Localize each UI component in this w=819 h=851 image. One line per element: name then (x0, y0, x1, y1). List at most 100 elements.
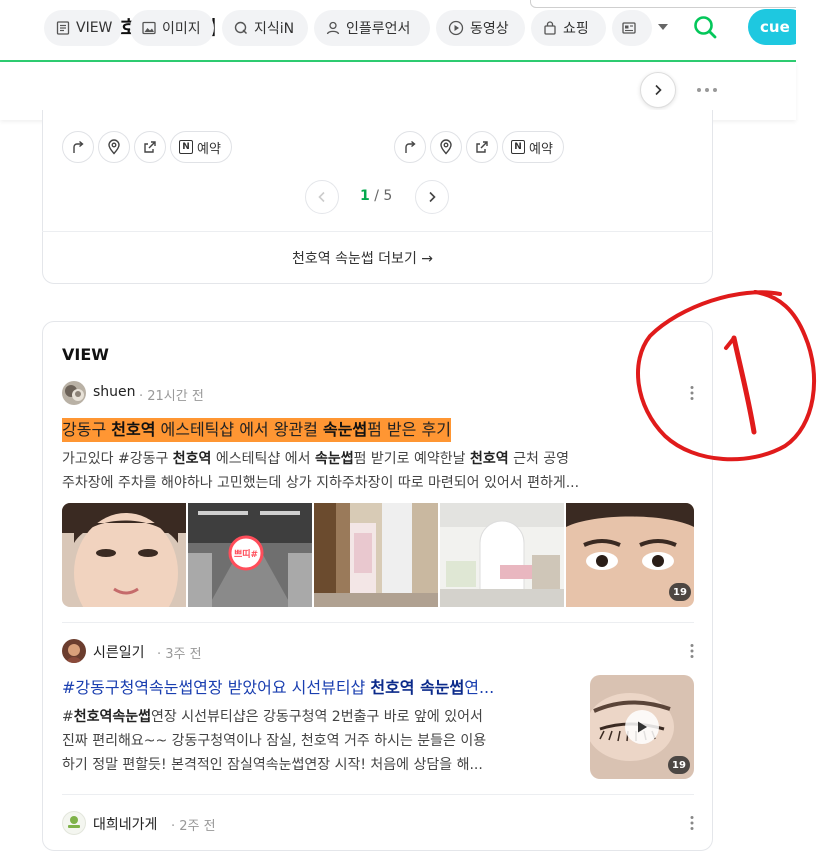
pager-current: 1 (360, 188, 370, 204)
bag-icon (544, 21, 556, 35)
tab-news-partial[interactable] (612, 10, 652, 46)
q-icon (234, 21, 248, 35)
desc-part: 에스테틱샵 에서 (211, 451, 315, 467)
tab-kin[interactable]: 지식iN (222, 10, 308, 46)
chevron-right-icon (655, 84, 662, 96)
tab-images[interactable]: 이미지 (130, 10, 214, 46)
title-part: #강동구청역속눈썹연장 받았어요 시선뷰티샵 (62, 678, 371, 697)
image-icon (142, 21, 156, 35)
post-description-line[interactable]: 진짜 편리해요~~ 강동구청역이나 잠실, 천호역 거주 하시는 분들은 이용 (62, 729, 578, 753)
more-vertical-icon[interactable] (689, 643, 695, 659)
title-part: 강동구 (62, 420, 112, 439)
title-keyword: 천호역 속눈썹 (370, 678, 465, 697)
pager-prev-button[interactable] (305, 180, 339, 214)
chevron-down-icon[interactable] (657, 22, 669, 32)
directions-button[interactable] (394, 131, 426, 163)
tab-influencer[interactable]: 인플루언서 (314, 10, 430, 46)
map-pin-button[interactable] (430, 131, 462, 163)
tab-label: 이미지 (162, 21, 201, 37)
post-author[interactable]: 대희네가게 (93, 814, 157, 834)
desc-part: 근처 공영 (508, 451, 570, 467)
card-divider (42, 231, 713, 232)
desc-part: 펌 받기로 예약한날 (353, 451, 470, 467)
tab-view[interactable]: VIEW (44, 10, 122, 46)
post-divider (62, 622, 694, 623)
more-vertical-icon[interactable] (689, 815, 695, 831)
play-icon (638, 721, 647, 733)
image-count-badge: 19 (669, 583, 691, 601)
post-thumbnail[interactable] (440, 503, 564, 607)
tabs-next-button[interactable] (640, 72, 676, 108)
play-button[interactable] (625, 710, 659, 744)
post-time: · 3주 전 (157, 647, 202, 662)
desc-keyword: 천호역속눈썹 (73, 709, 152, 725)
pager-total: / 5 (374, 188, 393, 204)
avatar[interactable] (62, 381, 86, 405)
title-keyword: 속눈썹 (322, 420, 368, 439)
map-pin-icon (440, 139, 452, 155)
tab-label: 지식iN (254, 21, 295, 37)
post-thumbnail-video[interactable]: 19 (590, 675, 694, 779)
reserve-button[interactable]: N 예약 (502, 131, 564, 163)
post-author[interactable]: 시른일기 (93, 642, 145, 662)
search-icon[interactable] (693, 15, 717, 39)
person-icon (326, 21, 340, 35)
image-count-badge: 19 (668, 756, 690, 774)
pager-next-button[interactable] (415, 180, 449, 214)
chevron-left-icon (318, 191, 325, 203)
post-description-line[interactable]: 하기 정말 편할듯! 본격적인 잠실역속눈썹연장 시작! 처음에 상담을 해..… (62, 753, 578, 777)
post-image-strip[interactable]: 쁘띠# 19 (62, 503, 694, 607)
reserve-label: 예약 (529, 141, 553, 157)
tab-label: 동영상 (470, 21, 509, 37)
desc-keyword: 천호역 (172, 451, 212, 467)
naver-n-icon: N (511, 140, 525, 154)
reserve-label: 예약 (197, 141, 221, 157)
directions-icon (73, 140, 84, 153)
post-thumbnail[interactable] (314, 503, 438, 607)
tab-shopping[interactable]: 쇼핑 (531, 10, 606, 46)
reserve-button[interactable]: N 예약 (170, 131, 232, 163)
share-button[interactable] (134, 131, 166, 163)
section-title: VIEW (62, 345, 109, 364)
tab-label: VIEW (76, 20, 113, 36)
post-description-line[interactable]: 주차장에 주차를 해야하나 고민했는데 상가 지하주차장이 따로 마련되어 있어… (62, 471, 694, 495)
more-horizontal-icon[interactable] (696, 82, 718, 98)
dropdown-edge (530, 0, 819, 8)
tab-video[interactable]: 동영상 (436, 10, 525, 46)
title-keyword: 천호역 (111, 420, 156, 439)
share-icon (476, 141, 488, 153)
post-thumbnail[interactable]: 쁘띠# (188, 503, 312, 607)
news-icon (622, 22, 636, 34)
post-time: · 21시간 전 (139, 389, 204, 404)
map-pin-button[interactable] (98, 131, 130, 163)
chevron-right-icon (429, 191, 436, 203)
more-vertical-icon[interactable] (689, 385, 695, 401)
share-button[interactable] (466, 131, 498, 163)
post-time: · 2주 전 (171, 819, 216, 834)
post-thumbnail[interactable] (62, 503, 186, 607)
directions-icon (405, 140, 416, 153)
avatar[interactable] (62, 811, 86, 835)
post-title-link[interactable]: 강동구 천호역 에스테틱샵 에서 왕관컬 속눈썹펌 받은 후기 (62, 418, 451, 442)
post-thumbnail[interactable]: 19 (566, 503, 694, 607)
title-part: 펌 받은 후기 (367, 420, 451, 439)
title-part: 에스테틱샵 에서 왕관컬 (155, 420, 323, 439)
map-pin-icon (108, 139, 120, 155)
tab-label: 인플루언서 (346, 21, 411, 37)
desc-part: 가고있다 #강동구 (62, 451, 173, 467)
tab-label: 쇼핑 (563, 21, 589, 37)
desc-part: # (62, 709, 74, 725)
desc-keyword: 천호역 (469, 451, 509, 467)
post-title-link[interactable]: #강동구청역속눈썹연장 받았어요 시선뷰티샵 천호역 속눈썹연... (62, 677, 494, 699)
avatar[interactable] (62, 639, 86, 663)
post-author[interactable]: shuen (93, 384, 136, 400)
thumb-sign-text: 쁘띠# (234, 548, 258, 560)
post-divider (62, 794, 694, 795)
post-description-line[interactable]: 가고있다 #강동구 천호역 에스테틱샵 에서 속눈썹펌 받기로 예약한날 천호역… (62, 447, 694, 471)
directions-button[interactable] (62, 131, 94, 163)
post-description-line[interactable]: #천호역속눈썹연장 시선뷰티샵은 강동구청역 2번출구 바로 앞에 있어서 (62, 705, 578, 729)
desc-keyword: 속눈썹 (314, 451, 354, 467)
more-results-link[interactable]: 천호역 속눈썹 더보기 → (292, 248, 433, 268)
title-part: 연... (464, 678, 495, 697)
header-right-edge (796, 0, 819, 62)
